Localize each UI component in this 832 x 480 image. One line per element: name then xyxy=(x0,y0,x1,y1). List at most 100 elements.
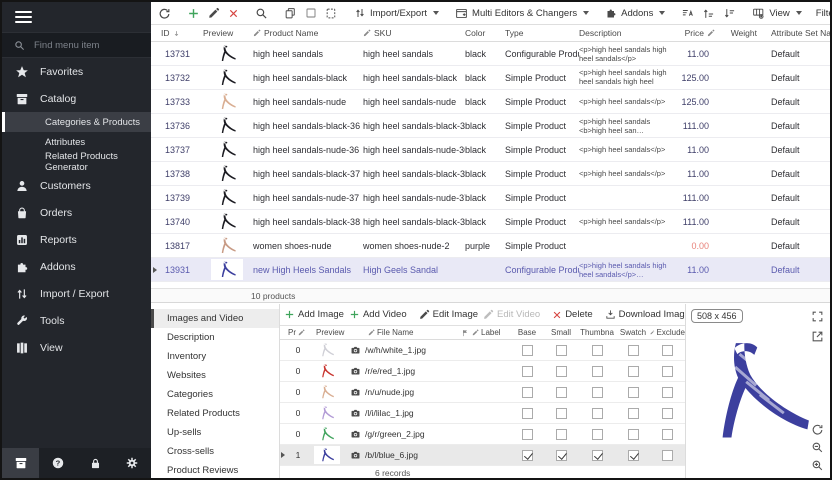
column-header-base[interactable]: Base xyxy=(510,328,544,337)
search-button[interactable] xyxy=(253,5,270,22)
swatch-checkbox[interactable] xyxy=(628,387,639,398)
move-up-level-button[interactable] xyxy=(700,5,717,22)
edit-video-button[interactable]: Edit Video xyxy=(482,308,541,321)
exclude-checkbox[interactable] xyxy=(662,387,673,398)
tab-description[interactable]: Description xyxy=(151,328,279,347)
image-row[interactable]: 0 /r/e/red_1.jpg xyxy=(280,361,685,382)
sidebar-item-customers[interactable]: Customers xyxy=(2,172,151,199)
edit-button[interactable] xyxy=(206,5,222,21)
swatch-checkbox[interactable] xyxy=(628,366,639,377)
base-checkbox[interactable] xyxy=(522,450,533,461)
swatch-checkbox[interactable] xyxy=(628,429,639,440)
paste-button[interactable] xyxy=(323,5,340,22)
add-button[interactable] xyxy=(185,5,202,22)
thumbnail-checkbox[interactable] xyxy=(592,366,603,377)
thumbnail-checkbox[interactable] xyxy=(592,450,603,461)
image-row[interactable]: 1 /b/l/blue_6.jpg xyxy=(280,445,685,466)
sidebar-item-orders[interactable]: Orders xyxy=(2,199,151,226)
add-video-button[interactable]: Add Video xyxy=(348,308,408,321)
rotate-icon[interactable] xyxy=(811,423,824,436)
thumbnail-checkbox[interactable] xyxy=(592,387,603,398)
small-checkbox[interactable] xyxy=(556,387,567,398)
store-manager-icon[interactable] xyxy=(2,448,39,478)
column-header-small[interactable]: Small xyxy=(544,328,578,337)
base-checkbox[interactable] xyxy=(522,387,533,398)
sidebar-item-categories-products[interactable]: Categories & Products xyxy=(2,112,151,132)
product-row[interactable]: 13931 new High Heels Sandals High Geels … xyxy=(151,258,830,282)
sidebar-item-catalog[interactable]: Catalog xyxy=(2,85,151,112)
sidebar-item-addons[interactable]: Addons xyxy=(2,253,151,280)
base-checkbox[interactable] xyxy=(522,408,533,419)
add-image-button[interactable]: Add Image xyxy=(283,308,345,321)
edit-image-button[interactable]: Edit Image xyxy=(418,308,479,321)
sidebar-item-import-export[interactable]: Import / Export xyxy=(2,280,151,307)
sidebar-item-tools[interactable]: Tools xyxy=(2,307,151,334)
column-header-image-preview[interactable]: Preview xyxy=(308,328,350,337)
column-header-file-name[interactable]: File Name xyxy=(350,328,462,337)
fit-to-screen-icon[interactable] xyxy=(811,310,824,323)
download-image-button[interactable]: Download Image xyxy=(604,308,691,321)
column-header-attribute-set[interactable]: Attribute Set Name xyxy=(757,28,830,38)
tab-up-sells[interactable]: Up-sells xyxy=(151,423,279,442)
menu-toggle-icon[interactable] xyxy=(15,8,32,26)
tab-inventory[interactable]: Inventory xyxy=(151,347,279,366)
tab-categories[interactable]: Categories xyxy=(151,385,279,404)
zoom-in-icon[interactable] xyxy=(811,459,824,472)
sidebar-item-favorites[interactable]: Favorites xyxy=(2,58,151,85)
small-checkbox[interactable] xyxy=(556,345,567,356)
exclude-checkbox[interactable] xyxy=(662,366,673,377)
help-icon[interactable]: ? xyxy=(39,448,76,478)
menu-search-input[interactable] xyxy=(32,39,132,52)
product-row[interactable]: 13736 high heel sandals-black-36 high he… xyxy=(151,114,830,138)
product-row[interactable]: 13738 high heel sandals-black-37 high he… xyxy=(151,162,830,186)
product-row[interactable]: 13817 women shoes-nude women shoes-nude-… xyxy=(151,234,830,258)
base-checkbox[interactable] xyxy=(522,429,533,440)
column-header-preview[interactable]: Preview xyxy=(203,28,253,38)
delete-button[interactable] xyxy=(226,6,241,21)
addons-button[interactable]: Addons xyxy=(603,5,667,21)
small-checkbox[interactable] xyxy=(556,408,567,419)
image-row[interactable]: 0 /l/i/lilac_1.jpg xyxy=(280,403,685,424)
tab-websites[interactable]: Websites xyxy=(151,366,279,385)
product-row[interactable]: 13737 high heel sandals-nude-36 high hee… xyxy=(151,138,830,162)
column-header-sku[interactable]: SKU xyxy=(363,28,465,38)
column-header-position[interactable]: Pr xyxy=(288,328,308,337)
lock-icon[interactable] xyxy=(77,448,114,478)
sidebar-item-related-products-generator[interactable]: Related Products Generator xyxy=(2,152,151,172)
product-row[interactable]: 13739 high heel sandals-nude-37 high hee… xyxy=(151,186,830,210)
tab-cross-sells[interactable]: Cross-sells xyxy=(151,442,279,461)
small-checkbox[interactable] xyxy=(556,429,567,440)
tab-related-products[interactable]: Related Products xyxy=(151,404,279,423)
thumbnail-checkbox[interactable] xyxy=(592,408,603,419)
column-header-id[interactable]: ID xyxy=(161,28,203,38)
product-row[interactable]: 13733 high heel sandals-nude high heel s… xyxy=(151,90,830,114)
small-checkbox[interactable] xyxy=(556,450,567,461)
column-header-exclude[interactable]: Exclude xyxy=(650,328,685,337)
refresh-button[interactable] xyxy=(156,5,173,22)
image-row[interactable]: 0 /w/h/white_1.jpg xyxy=(280,340,685,361)
swatch-checkbox[interactable] xyxy=(628,345,639,356)
import-export-button[interactable]: Import/Export xyxy=(352,5,441,21)
tab-images-and-video[interactable]: Images and Video xyxy=(151,309,279,328)
sidebar-item-view[interactable]: View xyxy=(2,334,151,361)
column-header-description[interactable]: Description xyxy=(579,28,675,38)
select-none-button[interactable] xyxy=(303,5,319,21)
exclude-checkbox[interactable] xyxy=(662,429,673,440)
base-checkbox[interactable] xyxy=(522,345,533,356)
swatch-checkbox[interactable] xyxy=(628,450,639,461)
thumbnail-checkbox[interactable] xyxy=(592,345,603,356)
multi-editors-button[interactable]: Multi Editors & Changers xyxy=(453,5,591,22)
column-header-price[interactable]: Price xyxy=(675,28,719,38)
column-header-label[interactable]: Label xyxy=(472,328,510,337)
exclude-checkbox[interactable] xyxy=(662,408,673,419)
sidebar-item-attributes[interactable]: Attributes xyxy=(2,132,151,152)
column-header-thumbnail[interactable]: Thumbna xyxy=(578,328,616,337)
column-header-type[interactable]: Type xyxy=(505,28,579,38)
delete-image-button[interactable]: Delete xyxy=(551,308,593,321)
image-row[interactable]: 0 /n/u/nude.jpg xyxy=(280,382,685,403)
thumbnail-checkbox[interactable] xyxy=(592,429,603,440)
product-row[interactable]: 13740 high heel sandals-black-38 high he… xyxy=(151,210,830,234)
copy-button[interactable] xyxy=(282,5,299,22)
column-header-name[interactable]: Product Name xyxy=(253,28,363,38)
product-row[interactable]: 13731 high heel sandals high heel sandal… xyxy=(151,42,830,66)
